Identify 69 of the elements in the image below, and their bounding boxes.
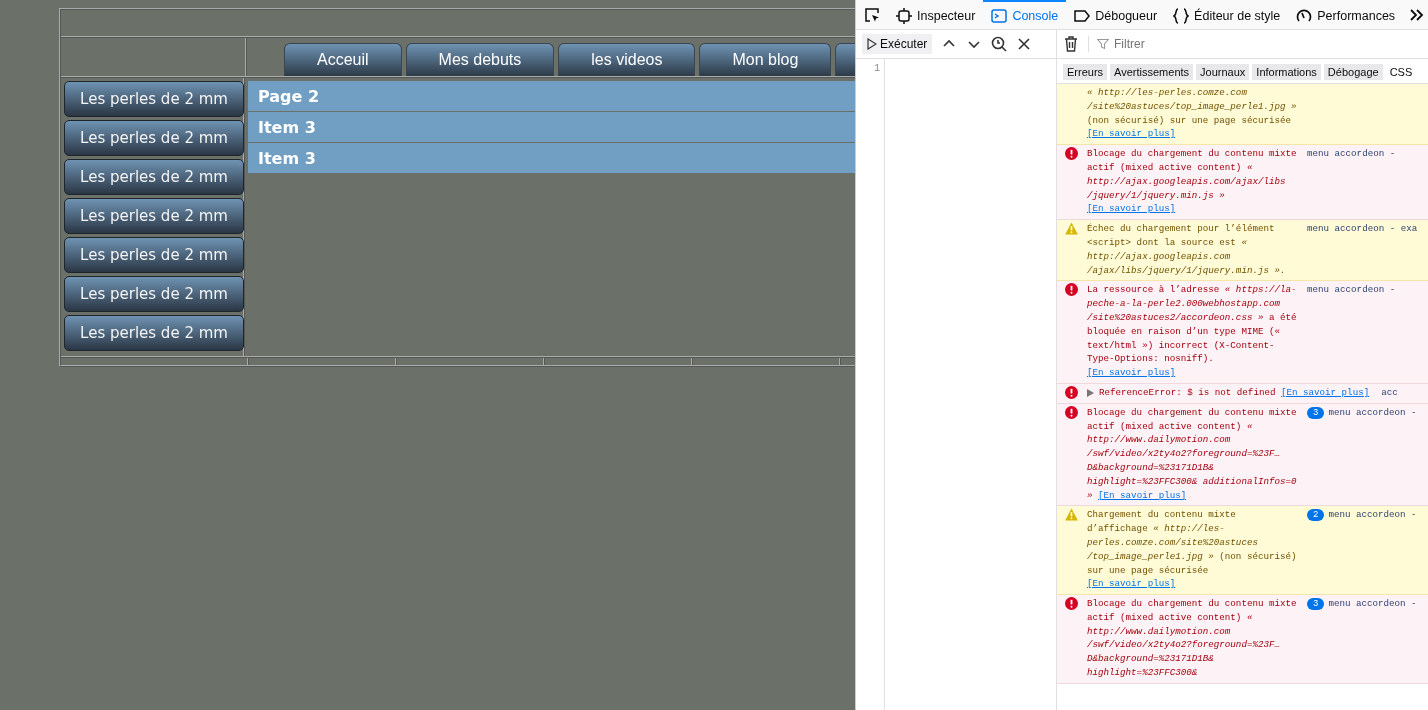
- devtools-tab[interactable]: Éditeur de style: [1165, 0, 1289, 29]
- sidebar-button[interactable]: Les perles de 2 mm: [64, 315, 244, 351]
- sidebar-button[interactable]: Les perles de 2 mm: [64, 159, 244, 195]
- learn-more-link[interactable]: [En savoir plus]: [1280, 386, 1370, 398]
- box-icon: [896, 7, 912, 24]
- learn-more-link[interactable]: [En savoir plus]: [1087, 203, 1176, 215]
- source-link[interactable]: menu accordeon -: [1328, 597, 1417, 611]
- error-icon: [1065, 283, 1078, 297]
- message-text: « http://les-perles.comze.com /site%20astuces/top_image_perle1.jpg » (non sécurisé) sur une page sécurisée [En savoir plus]: [1087, 86, 1298, 142]
- trash-icon[interactable]: [1063, 36, 1079, 52]
- message-text: Blocage du chargement du contenu mixte actif (mixed active content) « http://www.dailymotion.com /swf/video/x2ty4o2?foreground=%23F… D&background=%23171D1B& highlight=%23FFC300&: [1087, 597, 1298, 680]
- filter-icon: [1097, 38, 1109, 50]
- repeat-count-badge: 2: [1307, 509, 1325, 522]
- sidebar-button[interactable]: Les perles de 2 mm: [64, 198, 244, 234]
- play-icon: [867, 38, 877, 50]
- devtools-tab[interactable]: Performances: [1288, 0, 1404, 29]
- filter-field[interactable]: Filtrer: [1112, 36, 1316, 52]
- nav-tab[interactable]: Mes debuts: [405, 43, 555, 76]
- message-text: Échec du chargement pour l’élément <script> dont la source est « http://ajax.googleapis.com /ajax/libs/jquery/1/jquery.min.js ».: [1087, 222, 1287, 278]
- warning-icon: [1065, 222, 1078, 236]
- sidebar-button[interactable]: Les perles de 2 mm: [64, 81, 244, 117]
- repeat-count-badge: 3: [1307, 598, 1325, 611]
- message-text: Blocage du chargement du contenu mixte actif (mixed active content) « http://ajax.googleapis.com/ajax/libs /jquery/1/jquery.min.js » [En savoir plus]: [1087, 147, 1298, 217]
- source-link[interactable]: menu accordeon -: [1307, 147, 1396, 161]
- console-icon: [991, 7, 1008, 24]
- tag-icon: [1074, 7, 1091, 24]
- source-link[interactable]: menu accordeon - exa: [1307, 222, 1418, 236]
- learn-more-link[interactable]: [En savoir plus]: [1098, 489, 1187, 501]
- chevrons-icon[interactable]: [1409, 6, 1426, 23]
- nav-tab[interactable]: les videos: [558, 43, 696, 76]
- sidebar-button[interactable]: Les perles de 2 mm: [64, 276, 244, 312]
- message-text: La ressource à l’adresse « https://la-peche-a-la-perle2.000webhostapp.com /site%20astuces2/accordeon.css » a été bloquée en raison d’un type MIME (« text/html ») incorrect (X-Content-Type-Options: nosniff). [En savoir plus]: [1087, 283, 1298, 380]
- gauge-icon: [1296, 7, 1313, 24]
- filter-toggle[interactable]: CSS: [1385, 64, 1417, 80]
- source-link[interactable]: menu accordeon -: [1328, 508, 1417, 523]
- filter-toggle[interactable]: Journaux: [1196, 64, 1250, 80]
- sidebar-button[interactable]: Les perles de 2 mm: [64, 120, 244, 156]
- element-picker-icon[interactable]: [864, 6, 880, 23]
- filter-toggle[interactable]: Avertissements: [1110, 64, 1194, 80]
- learn-more-link[interactable]: [En savoir plus]: [1087, 578, 1176, 590]
- error-icon: [1065, 147, 1078, 161]
- error-icon: [1065, 405, 1078, 419]
- filter-toggle[interactable]: Débogage: [1323, 64, 1383, 80]
- source-link[interactable]: menu accordeon -: [1307, 283, 1396, 298]
- warning-icon: [1065, 508, 1078, 522]
- history-search-icon[interactable]: [991, 36, 1008, 52]
- sidebar-button[interactable]: Les perles de 2 mm: [64, 237, 244, 273]
- learn-more-link[interactable]: [En savoir plus]: [1087, 128, 1176, 140]
- error-icon: [1065, 385, 1078, 399]
- braces-icon: [1173, 7, 1190, 24]
- message-text: Chargement du contenu mixte d’affichage « http://les-perles.comze.com/site%20astuces /top_image_perle1.jpg » (non sécurisé) sur une page sécurisée [En savoir plus]: [1087, 508, 1298, 592]
- repeat-count-badge: 3: [1307, 406, 1325, 419]
- nav-tab[interactable]: Mon blog: [699, 43, 832, 76]
- devtools-tab[interactable]: Console: [983, 0, 1067, 29]
- source-link[interactable]: acc: [1381, 385, 1398, 400]
- close-icon[interactable]: [1016, 36, 1033, 52]
- message-text: ReferenceError: $ is not defined [En savoir plus]: [1087, 385, 1370, 400]
- line-number: 1: [856, 59, 885, 710]
- message-text: Blocage du chargement du contenu mixte actif (mixed active content) « http://www.dailymotion.com /swf/video/x2ty4o2?foreground=%23F… D&background=%23171D1B& highlight=%23FFC300& additionalInfos=0 » [En savoir plus]: [1087, 405, 1298, 503]
- devtools-tab[interactable]: Débogueur: [1066, 0, 1166, 29]
- run-button[interactable]: Exécuter: [862, 34, 933, 54]
- nav-tab[interactable]: Acceuil: [284, 43, 402, 76]
- expand-icon[interactable]: [1087, 388, 1094, 397]
- filter-toggle[interactable]: Informations: [1252, 64, 1321, 80]
- filter-toggle[interactable]: Erreurs: [1063, 64, 1108, 80]
- devtools-tab[interactable]: Inspecteur: [888, 0, 984, 29]
- error-icon: [1065, 597, 1078, 611]
- learn-more-link[interactable]: [En savoir plus]: [1087, 367, 1176, 379]
- source-link[interactable]: menu accordeon -: [1328, 405, 1417, 420]
